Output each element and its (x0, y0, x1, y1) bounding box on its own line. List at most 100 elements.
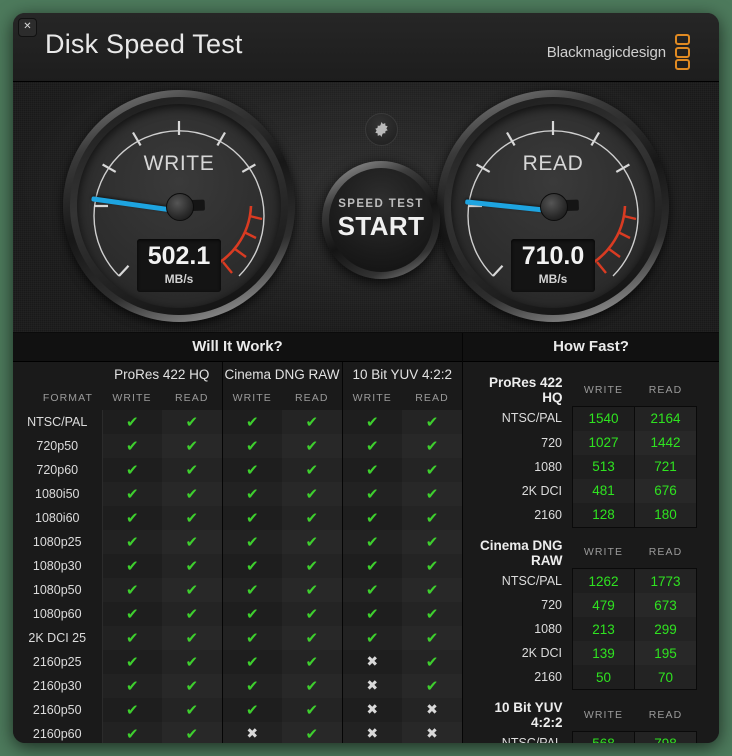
subheader-1-write: WRITE (221, 386, 282, 410)
resolution-label: NTSC/PAL (501, 573, 562, 588)
support-cell: ✔ (341, 626, 402, 650)
check-icon: ✔ (305, 532, 319, 551)
support-cell: ✔ (402, 578, 462, 602)
check-icon: ✔ (125, 700, 139, 719)
table-row: 1080 513 721 (477, 454, 697, 479)
support-cell: ✔ (282, 602, 342, 626)
write-speed-value: 128 (572, 502, 635, 528)
read-speed-value: 721 (634, 454, 697, 479)
check-icon: ✔ (185, 460, 199, 479)
gauge-face: READ 710.0 MB/s (451, 104, 655, 308)
table-row: 2160p25 ✔ ✔ ✔ ✔ ✖ ✔ (13, 650, 462, 674)
check-icon: ✔ (185, 532, 199, 551)
support-cell: ✔ (162, 506, 222, 530)
check-icon: ✔ (425, 556, 439, 575)
write-speed-value: 213 (572, 617, 635, 641)
read-gauge-label: READ (522, 152, 584, 175)
check-icon: ✔ (305, 460, 319, 479)
check-icon: ✔ (125, 652, 139, 671)
subheader-read: READ (648, 546, 683, 559)
cross-icon: ✖ (426, 726, 438, 742)
gauges-panel: WRITE 502.1 MB/s READ 710.0 MB/s SPEED T… (13, 82, 719, 333)
support-cell: ✔ (402, 458, 462, 482)
section-header-row: Cinema DNG RAW WRITE READ (477, 537, 697, 569)
support-cell: ✔ (102, 698, 162, 722)
support-cell: ✔ (221, 530, 282, 554)
support-cell: ✔ (221, 482, 282, 506)
read-speed-value: 1442 (634, 430, 697, 455)
write-value: 502.1 (147, 242, 211, 270)
check-icon: ✔ (365, 628, 379, 647)
support-cell: ✖ (402, 698, 462, 722)
support-cell: ✔ (102, 674, 162, 698)
support-cell: ✔ (341, 530, 402, 554)
format-label: 1080p50 (13, 578, 103, 602)
subheader-0-read: READ (174, 392, 209, 404)
start-button-caption: SPEED TEST (338, 198, 424, 210)
how-fast-section-2: 10 Bit YUV 4:2:2 WRITE READ NTSC/PAL5687987… (477, 699, 697, 743)
check-icon: ✔ (305, 700, 319, 719)
support-cell: ✖ (341, 674, 402, 698)
speed-test-start-button[interactable]: SPEED TEST START (322, 161, 440, 279)
read-readout: 710.0 MB/s (511, 239, 595, 292)
subheader-write: WRITE (583, 708, 624, 721)
read-speed-value: 299 (634, 617, 697, 641)
support-cell: ✔ (282, 530, 342, 554)
check-icon: ✔ (185, 700, 199, 719)
write-readout: 502.1 MB/s (137, 239, 221, 292)
table-row: 1080i60 ✔ ✔ ✔ ✔ ✔ ✔ (13, 506, 462, 530)
format-label: 2160p60 (13, 722, 103, 743)
close-icon[interactable]: ✕ (18, 18, 37, 37)
support-cell: ✔ (282, 410, 342, 434)
support-cell: ✔ (162, 530, 222, 554)
cross-icon: ✖ (366, 702, 379, 718)
check-icon: ✔ (245, 484, 259, 503)
check-icon: ✔ (125, 532, 139, 551)
section-header-row: ProRes 422 HQ WRITE READ (477, 374, 697, 406)
check-icon: ✔ (185, 724, 199, 743)
support-cell: ✔ (282, 674, 342, 698)
check-icon: ✔ (425, 652, 439, 671)
gauge-face: WRITE 502.1 MB/s (77, 104, 281, 308)
check-icon: ✔ (365, 508, 379, 527)
read-speed-value: 676 (634, 478, 697, 503)
support-cell: ✔ (402, 506, 462, 530)
check-icon: ✔ (365, 580, 379, 599)
support-cell: ✔ (221, 674, 282, 698)
check-icon: ✔ (305, 580, 319, 599)
check-icon: ✔ (305, 604, 319, 623)
table-row: NTSC/PAL 1262 1773 (477, 568, 697, 593)
support-cell: ✔ (341, 458, 402, 482)
how-fast-panel: How Fast? ProRes 422 HQ WRITE READ NTSC/PAL… (463, 333, 719, 743)
how-fast-heading: How Fast? (463, 333, 719, 362)
table-row: 1080p30 ✔ ✔ ✔ ✔ ✔ ✔ (13, 554, 462, 578)
support-cell: ✔ (341, 506, 402, 530)
will-it-work-table-body: NTSC/PAL ✔ ✔ ✔ ✔ ✔ ✔ 720p50 ✔ ✔ ✔ ✔ ✔ ✔ 720p60 ✔ ✔ ✔ ✔ ✔ ✔ 10… (13, 410, 462, 743)
support-cell: ✔ (102, 722, 162, 743)
section-header-row: 10 Bit YUV 4:2:2 WRITE READ (477, 699, 697, 731)
support-cell: ✔ (402, 602, 462, 626)
format-label: 1080i60 (13, 506, 103, 530)
check-icon: ✔ (185, 412, 199, 431)
support-cell: ✔ (102, 554, 162, 578)
results-panels: Will It Work? ProRes 422 HQ Cinema DNG RA… (13, 333, 719, 743)
check-icon: ✔ (365, 532, 379, 551)
check-icon: ✔ (125, 460, 139, 479)
read-speed-value: 673 (634, 593, 697, 617)
support-cell: ✔ (282, 434, 342, 458)
check-icon: ✔ (245, 412, 259, 431)
will-it-work-panel: Will It Work? ProRes 422 HQ Cinema DNG RA… (13, 333, 463, 743)
support-cell: ✔ (341, 602, 402, 626)
gear-glyph (375, 122, 388, 137)
support-cell: ✔ (221, 554, 282, 578)
how-fast-sections: ProRes 422 HQ WRITE READ NTSC/PAL 1540 2164 72… (463, 362, 719, 743)
start-button-label: START (337, 211, 425, 241)
support-cell: ✔ (162, 482, 222, 506)
read-speed-value: 798 (634, 730, 697, 743)
cross-icon: ✖ (366, 654, 379, 670)
support-cell: ✔ (402, 674, 462, 698)
support-cell: ✖ (402, 722, 462, 743)
table-row: 2160p30 ✔ ✔ ✔ ✔ ✖ ✔ (13, 674, 462, 698)
check-icon: ✔ (365, 412, 379, 431)
gear-icon[interactable] (365, 113, 398, 146)
